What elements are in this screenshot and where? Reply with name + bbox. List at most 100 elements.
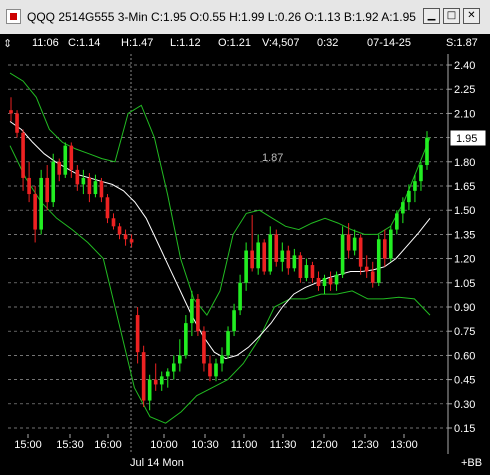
y-tick-label: 1.05 [454, 278, 475, 290]
candle-body [165, 371, 170, 377]
minimize-button[interactable]: ▁ [423, 8, 440, 24]
y-tick-label: 1.35 [454, 229, 475, 241]
candle-body [346, 234, 351, 251]
candle-body [232, 310, 236, 332]
maximize-button[interactable]: □ [443, 8, 460, 24]
candle-body [425, 137, 429, 166]
candle-body [244, 250, 248, 283]
candle-body [322, 277, 327, 287]
candle-body [123, 234, 128, 240]
x-tick-label: 11:00 [231, 439, 258, 451]
y-tick-label: 0.45 [454, 375, 475, 387]
y-tick-label: 2.10 [454, 108, 475, 120]
candle-body [63, 145, 68, 175]
candle-body [190, 298, 194, 324]
candle-body [135, 315, 140, 353]
x-tick-label: 16:00 [94, 439, 122, 451]
x-tick-label: 10:00 [150, 439, 178, 451]
x-tick-label: 12:00 [310, 439, 338, 451]
candle-body [196, 298, 200, 332]
candle-body [382, 239, 387, 259]
y-tick-label: 1.20 [454, 254, 475, 266]
candle-body [413, 181, 417, 191]
candle-body [316, 277, 321, 287]
x-tick-label: 12:30 [351, 439, 379, 451]
candle-body [45, 177, 49, 203]
candle-body [21, 132, 25, 178]
candle-body [117, 226, 122, 235]
candle-body [147, 379, 152, 401]
candle-body [129, 239, 134, 243]
candle-body [9, 110, 13, 114]
candle-body [220, 355, 224, 364]
candle-body [419, 165, 423, 182]
candle-body [111, 218, 116, 227]
candle-body [370, 271, 375, 283]
candle-body [376, 239, 381, 283]
candle-body [304, 265, 309, 278]
close-icon: ✕ [467, 10, 476, 21]
y-tick-label: 0.60 [454, 350, 475, 362]
candle-body [256, 242, 260, 269]
candle-body [184, 323, 188, 356]
app-icon[interactable] [6, 9, 21, 24]
candle-body [214, 363, 218, 377]
x-tick-label: 13:00 [390, 439, 418, 451]
session-date-label: Jul 14 Mon [130, 457, 184, 469]
candle-body [407, 190, 411, 203]
candle-body [352, 237, 357, 251]
candle-body [51, 161, 56, 203]
candle-body [238, 282, 242, 311]
x-tick-label: 15:30 [56, 439, 84, 451]
y-tick-label: 2.40 [454, 60, 475, 72]
candle-body [280, 250, 285, 262]
chart-area[interactable]: ⇕ 11:06 C:1.14 H:1.47 L:1.12 O:1.21 V:4,… [0, 34, 490, 475]
indicator-label: +BB [461, 457, 482, 469]
x-tick-label: 11:30 [270, 439, 297, 451]
candle-body [81, 177, 86, 185]
close-button[interactable]: ✕ [463, 8, 480, 24]
lower-band-line [9, 145, 431, 424]
price-chart[interactable]: 2.40 2.25 2.10 1.95 1.80 1.65 1.50 1.35 1.20 1.05… [0, 34, 490, 475]
candle-body [268, 234, 273, 272]
candle-body [298, 255, 303, 278]
candle-body [171, 363, 176, 372]
candle-body [33, 194, 37, 230]
candle-body [226, 331, 230, 356]
candle-body [141, 352, 146, 401]
price-annotation: 1.87 [262, 152, 283, 164]
candle-body [340, 234, 345, 275]
minimize-icon: ▁ [427, 10, 436, 21]
chart-window: QQQ 2514G555 3-Min C:1.95 O:0.55 H:1.99 … [0, 0, 490, 475]
candle-body [334, 274, 339, 285]
candle-body [69, 145, 74, 170]
candle-body [15, 113, 19, 133]
candle-body [250, 250, 254, 269]
y-tick-label: 0.15 [454, 423, 475, 435]
candle-body [39, 177, 43, 230]
candle-body [99, 181, 104, 198]
y-tick-label: 1.65 [454, 181, 475, 193]
candle-body [159, 376, 164, 385]
candle-body [364, 266, 369, 272]
candle-body [105, 197, 110, 219]
x-tick-label: 10:30 [191, 439, 219, 451]
candle-body [57, 161, 62, 175]
title-bar[interactable]: QQQ 2514G555 3-Min C:1.95 O:0.55 H:1.99 … [0, 0, 490, 34]
candle-body [93, 181, 98, 195]
candle-body [153, 379, 158, 385]
candle-body [358, 237, 363, 267]
upper-band-line [9, 72, 431, 316]
y-tick-label: 1.80 [454, 157, 475, 169]
candle-body [27, 177, 31, 195]
current-price-label: 1.95 [456, 133, 477, 145]
candle-body [310, 265, 315, 278]
candle-body [328, 277, 333, 285]
window-title: QQQ 2514G555 3-Min C:1.95 O:0.55 H:1.99 … [27, 10, 419, 24]
x-tick-label: 15:00 [14, 439, 42, 451]
candle-body [208, 363, 212, 377]
candle-body [87, 177, 92, 195]
candle-body [395, 213, 399, 230]
y-tick-label: 0.75 [454, 326, 475, 338]
candle-body [286, 250, 291, 269]
